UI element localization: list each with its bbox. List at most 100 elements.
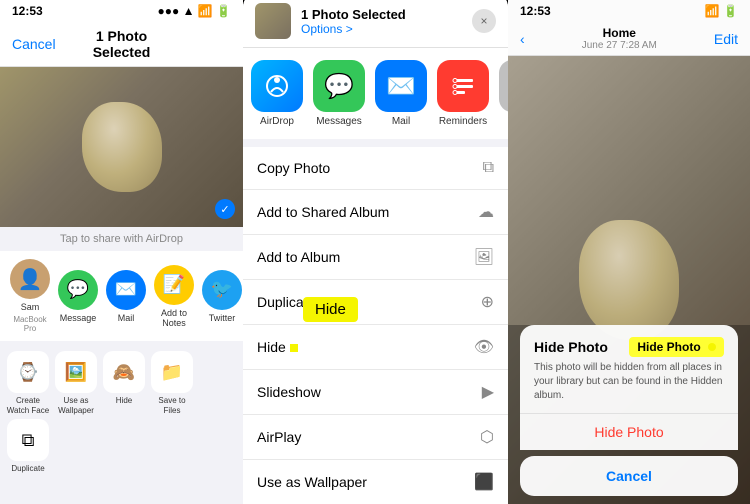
duplicate-label: Duplicate — [11, 464, 44, 474]
nav-location: Home — [582, 26, 657, 40]
notes-icon: 📝 — [154, 265, 194, 305]
reminders-app-icon — [437, 60, 489, 112]
share-icons-row: 👤 Sam MacBook Pro 💬 Message ✉️ Mail 📝 Ad… — [0, 251, 243, 341]
share-title: 1 Photo Selected — [301, 7, 462, 22]
hide-photo-btn-label: Hide Photo — [594, 424, 663, 440]
hide-action-icon: 👁 — [474, 337, 494, 357]
more-app[interactable]: K K — [499, 60, 508, 127]
person-share-item[interactable]: 👤 Sam MacBook Pro — [10, 259, 50, 333]
duplicate-icon: ⧉ — [7, 419, 49, 461]
mail-label: Mail — [118, 313, 135, 323]
message-share[interactable]: 💬 Message — [58, 270, 98, 323]
left-photo-area: ✓ — [0, 67, 243, 227]
left-status-icons: ●●● ▲ 📶 🔋 — [157, 4, 231, 18]
alert-bottom-pad — [508, 496, 750, 504]
hide-photo-tooltip: Hide Photo — [629, 337, 724, 357]
notes-share[interactable]: 📝 Add to Notes — [154, 265, 194, 328]
save-files-label: Save to Files — [150, 396, 194, 415]
wallpaper-action-row[interactable]: Use as Wallpaper ⬛ — [243, 460, 508, 504]
watch-label: Create Watch Face — [6, 396, 50, 415]
add-album-action[interactable]: Add to Album 🖼 — [243, 235, 508, 280]
hide-label: Hide — [116, 396, 132, 406]
share-sheet-header: 1 Photo Selected Options > × — [243, 0, 508, 48]
right-panel: 12:53 📶 🔋 ‹ Home June 27 7:28 AM Edit Hi… — [508, 0, 750, 504]
copy-photo-icon: ⧉ — [483, 159, 494, 177]
mail-label: Mail — [392, 116, 410, 127]
airdrop-label: AirDrop — [260, 116, 294, 127]
hide-tooltip: Hide — [303, 297, 358, 322]
watch-icon: ⌚ — [7, 351, 49, 393]
edit-button[interactable]: Edit — [714, 31, 738, 47]
create-watch-face-action[interactable]: ⌚ Create Watch Face — [6, 351, 50, 415]
hide-action-row[interactable]: Hide 👁 Hide — [243, 325, 508, 370]
nav-center: Home June 27 7:28 AM — [582, 26, 657, 51]
cancel-button[interactable]: Cancel — [12, 36, 67, 52]
add-shared-album-action[interactable]: Add to Shared Album ☁ — [243, 190, 508, 235]
share-options[interactable]: Options > — [301, 22, 462, 36]
duplicate-label: Duplicate — [257, 294, 481, 310]
duplicate-action-row[interactable]: Duplicate ⊕ — [243, 280, 508, 325]
alert-title-row: Hide Photo Hide Photo — [520, 325, 738, 361]
left-status-bar: 12:53 ●●● ▲ 📶 🔋 — [0, 0, 243, 22]
action-icons-row: ⌚ Create Watch Face 🖼️ Use as Wallpaper … — [0, 341, 243, 484]
person-device: MacBook Pro — [10, 315, 50, 333]
copy-photo-action[interactable]: Copy Photo ⧉ — [243, 147, 508, 190]
nav-title: 1 Photo Selected — [67, 28, 177, 60]
save-files-icon: 📁 — [151, 351, 193, 393]
alert-body: This photo will be hidden from all place… — [520, 361, 738, 413]
right-shell-object — [579, 220, 679, 340]
share-thumb — [255, 3, 291, 39]
mail-app[interactable]: ✉️ Mail — [375, 60, 427, 127]
add-album-icon: 🖼 — [474, 247, 494, 267]
reminders-app[interactable]: Reminders — [437, 60, 489, 127]
back-button[interactable]: ‹ — [520, 31, 525, 47]
notes-label: Add to Notes — [154, 308, 194, 328]
airdrop-app[interactable]: AirDrop — [251, 60, 303, 127]
cancel-alert-row: Cancel — [520, 456, 738, 496]
twitter-share[interactable]: 🐦 Twitter — [202, 270, 242, 323]
share-title-col: 1 Photo Selected Options > — [301, 7, 462, 36]
nav-date: June 27 7:28 AM — [582, 40, 657, 51]
wallpaper-icon: 🖼️ — [55, 351, 97, 393]
left-nav-bar: Cancel 1 Photo Selected — [0, 22, 243, 67]
hide-icon: 🙈 — [103, 351, 145, 393]
save-files-action[interactable]: 📁 Save to Files — [150, 351, 194, 415]
share-sheet: 1 Photo Selected Options > × AirDrop 💬 M… — [243, 0, 508, 504]
hide-photo-button[interactable]: Hide Photo — [520, 413, 738, 450]
selected-badge: ✓ — [215, 199, 235, 219]
alert-overlay: Hide Photo Hide Photo This photo will be… — [508, 325, 750, 504]
right-status-icons: 📶 🔋 — [705, 4, 738, 18]
alert-title: Hide Photo — [534, 339, 608, 355]
add-shared-album-icon: ☁ — [478, 202, 494, 222]
left-panel: 12:53 ●●● ▲ 📶 🔋 Cancel 1 Photo Selected … — [0, 0, 243, 504]
mail-share[interactable]: ✉️ Mail — [106, 270, 146, 323]
duplicate-action[interactable]: ⧉ Duplicate — [6, 419, 50, 474]
slideshow-action[interactable]: Slideshow ▶ — [243, 370, 508, 415]
messages-app[interactable]: 💬 Messages — [313, 60, 365, 127]
right-nav-bar: ‹ Home June 27 7:28 AM Edit — [508, 22, 750, 56]
reminders-label: Reminders — [439, 116, 487, 127]
more-app-icon: K — [499, 60, 508, 112]
share-apps-row: AirDrop 💬 Messages ✉️ Mail Reminders K K — [243, 48, 508, 139]
duplicate-icon: ⊕ — [481, 292, 494, 312]
add-album-label: Add to Album — [257, 249, 474, 265]
share-actions-list: Copy Photo ⧉ Add to Shared Album ☁ Add t… — [243, 147, 508, 504]
airplay-icon: ⬡ — [480, 427, 494, 447]
hide-action[interactable]: 🙈 Hide — [102, 351, 146, 415]
right-photo-bg: Hide Photo Hide Photo This photo will be… — [508, 56, 750, 504]
right-status-bar: 12:53 📶 🔋 — [508, 0, 750, 22]
wallpaper-action[interactable]: 🖼️ Use as Wallpaper — [54, 351, 98, 415]
airplay-label: AirPlay — [257, 429, 480, 445]
slideshow-icon: ▶ — [482, 382, 494, 402]
hide-dot — [708, 343, 716, 351]
airplay-action[interactable]: AirPlay ⬡ — [243, 415, 508, 460]
person-name: Sam — [21, 302, 40, 312]
middle-panel: 1 Photo Selected Options > × AirDrop 💬 M… — [243, 0, 508, 504]
cancel-alert-button[interactable]: Cancel — [520, 456, 738, 496]
airdrop-hint: Tap to share with AirDrop — [0, 227, 243, 251]
hide-action-label: Hide — [257, 339, 474, 355]
mail-app-icon: ✉️ — [375, 60, 427, 112]
close-button[interactable]: × — [472, 9, 496, 33]
hide-photo-alert: Hide Photo Hide Photo This photo will be… — [520, 325, 738, 450]
twitter-icon: 🐦 — [202, 270, 242, 310]
